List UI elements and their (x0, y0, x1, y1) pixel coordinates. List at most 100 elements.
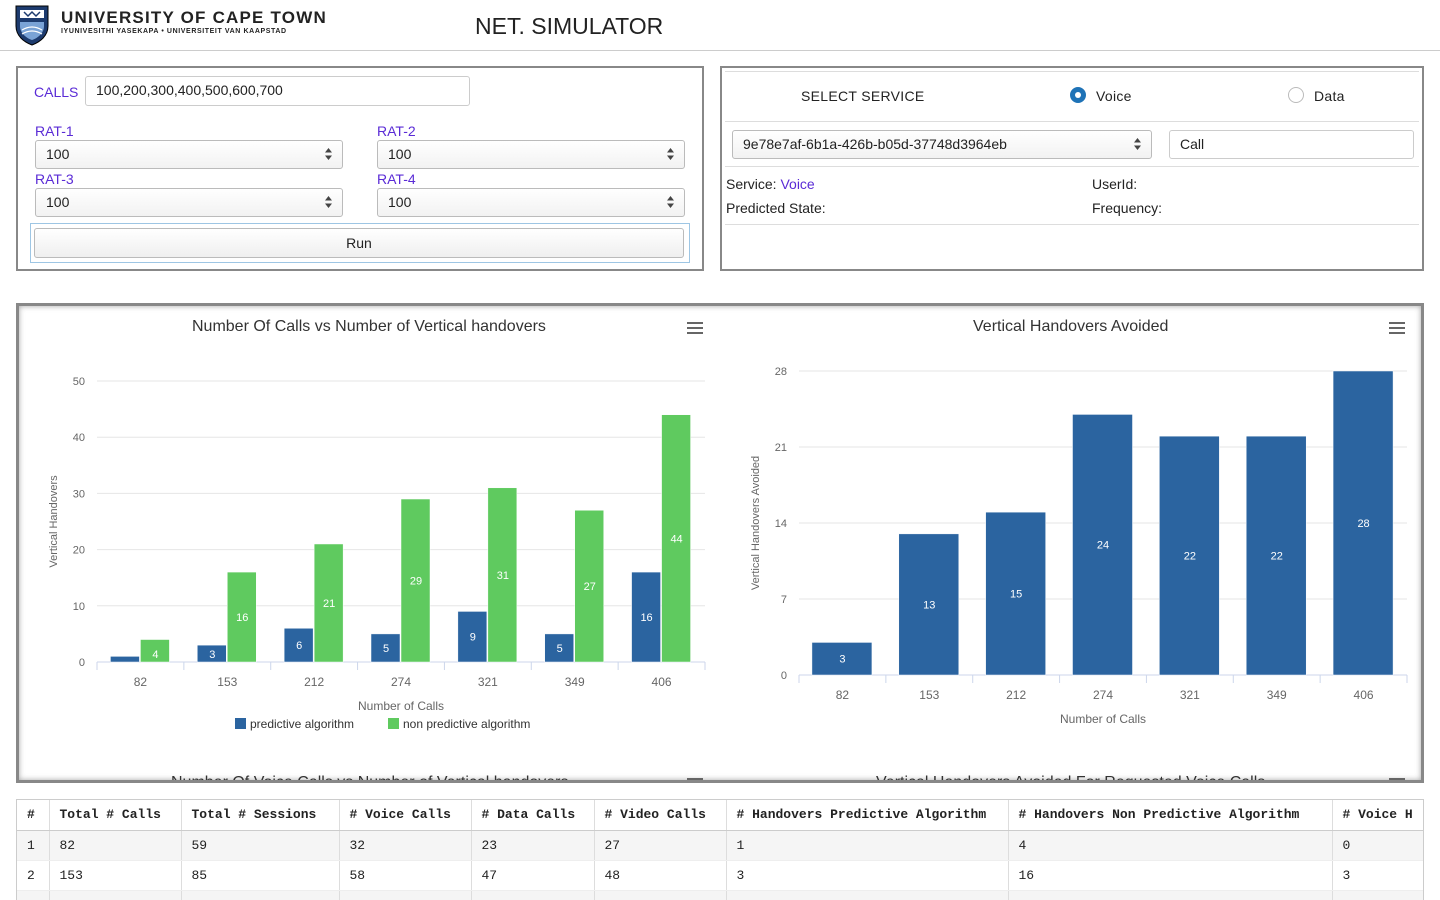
data-radio[interactable] (1288, 87, 1304, 103)
table-cell: 85 (181, 860, 340, 891)
y-tick-label: 10 (73, 601, 85, 613)
data-label: 5 (383, 643, 389, 655)
calls-input[interactable]: 100,200,300,400,500,600,700 (85, 76, 470, 106)
table-cell: 58 (339, 860, 472, 891)
rat-1-label: RAT-1 (35, 123, 74, 139)
run-button[interactable]: Run (34, 228, 684, 258)
userid-info: UserId: (1092, 176, 1137, 192)
chart3-title: Number Of Voice Calls vs Number of Verti… (171, 774, 569, 783)
rat-1-select[interactable]: 100 (35, 140, 343, 169)
rat-2-select[interactable]: 100 (377, 140, 685, 169)
y-tick-label: 30 (73, 488, 85, 500)
predicted-state-info: Predicted State: (726, 200, 826, 216)
calls-config-panel: CALLS 100,200,300,400,500,600,700 RAT-1 … (16, 66, 704, 271)
table-cell: 2 (17, 860, 50, 891)
chart2-menu-icon[interactable] (1389, 322, 1405, 334)
chart3-menu-icon[interactable] (687, 778, 703, 780)
x-tick-label: 406 (652, 675, 672, 689)
chart4-menu-icon[interactable] (1389, 778, 1405, 780)
x-axis-title: Number of Calls (1060, 712, 1146, 726)
table-cell: 48 (594, 860, 727, 891)
data-label: 24 (1097, 540, 1109, 552)
divider (725, 224, 1419, 225)
table-row[interactable]: 32121108065576214 (17, 890, 1423, 900)
y-tick-label: 7 (781, 594, 787, 606)
rat-4-label: RAT-4 (377, 171, 416, 187)
y-tick-label: 0 (79, 657, 85, 669)
data-label: 21 (323, 598, 335, 610)
y-axis-title: Vertical Handovers Avoided (750, 456, 762, 590)
voice-radio[interactable] (1070, 87, 1086, 103)
x-tick-label: 212 (1006, 688, 1026, 702)
data-radio-label[interactable]: Data (1314, 88, 1345, 104)
table-header-cell[interactable]: # Voice Calls (339, 800, 472, 831)
results-table: # Total # Calls Total # Sessions # Voice Ca… (17, 800, 1423, 900)
chart1-title: Number Of Calls vs Number of Vertical ha… (192, 318, 546, 335)
x-tick-label: 153 (919, 688, 939, 702)
table-header-cell[interactable]: # Data Calls (471, 800, 595, 831)
table-row[interactable]: 1 82 59 32 23 27 1 4 0 (17, 830, 1423, 861)
x-tick-label: 82 (134, 675, 148, 689)
y-tick-label: 50 (73, 376, 85, 388)
divider (725, 71, 1419, 72)
table-header-cell[interactable]: # Voice H (1332, 800, 1423, 831)
data-label: 4 (152, 649, 158, 661)
rat-3-value: 100 (46, 194, 70, 210)
table-header-cell[interactable]: # Handovers Predictive Algorithm (726, 800, 1009, 831)
table-cell: 82 (49, 830, 182, 861)
table-cell: 59 (181, 830, 340, 861)
session-select[interactable]: 9e78e7af-6b1a-426b-b05d-37748d3964eb (732, 130, 1152, 159)
table-header-cell[interactable]: # Video Calls (594, 800, 727, 831)
userid-info-label: UserId: (1092, 176, 1138, 192)
table-header-cell[interactable]: # Handovers Non Predictive Algorithm (1008, 800, 1333, 831)
results-table-container: # Total # Calls Total # Sessions # Voice Ca… (16, 799, 1424, 900)
table-row[interactable]: 2 153 85 58 47 48 3 16 3 (17, 860, 1423, 891)
table-cell: 110 (181, 890, 340, 900)
x-axis-title: Number of Calls (358, 699, 444, 713)
legend-label: non predictive algorithm (403, 717, 530, 731)
y-axis-title: Vertical Handovers (48, 475, 60, 568)
x-tick-label: 153 (217, 675, 237, 689)
y-tick-label: 14 (775, 518, 787, 530)
data-label: 27 (584, 581, 596, 593)
frequency-info: Frequency: (1092, 200, 1162, 216)
data-label: 28 (1357, 518, 1369, 530)
rat-1-value: 100 (46, 146, 70, 162)
calls-label: CALLS (34, 84, 79, 100)
table-cell: 80 (339, 890, 472, 900)
chart2-title: Vertical Handovers Avoided (973, 318, 1169, 335)
y-tick-label: 28 (775, 366, 787, 378)
table-header-row: # Total # Calls Total # Sessions # Voice Ca… (17, 800, 1423, 831)
x-tick-label: 274 (1093, 688, 1113, 702)
call-input[interactable]: Call (1169, 130, 1414, 159)
x-tick-label: 349 (1267, 688, 1287, 702)
chart1-menu-icon[interactable] (687, 322, 703, 334)
table-cell: 21 (1008, 890, 1333, 900)
university-name: UNIVERSITY OF CAPE TOWN (61, 8, 327, 27)
service-frame: SELECT SERVICE Voice Data 9e78e7af-6b1a-… (725, 71, 1419, 266)
bar-predictive-algorithm-82 (110, 656, 140, 663)
app-header: UNIVERSITY OF CAPE TOWN IYUNIVESITHI YAS… (0, 0, 1440, 51)
data-label: 5 (557, 643, 563, 655)
predicted-state-label: Predicted State: (726, 200, 826, 216)
table-header-cell[interactable]: Total # Sessions (181, 800, 340, 831)
run-button-focus-ring: Run (30, 223, 690, 263)
frequency-label: Frequency: (1092, 200, 1163, 216)
table-cell: 4 (1332, 890, 1423, 900)
data-label: 3 (839, 654, 845, 666)
select-arrows-icon (1134, 138, 1141, 150)
table-header-cell[interactable]: # (17, 800, 50, 831)
voice-radio-label[interactable]: Voice (1096, 88, 1132, 104)
x-tick-label: 82 (836, 688, 850, 702)
table-cell: 27 (594, 830, 727, 861)
table-header-cell[interactable]: Total # Calls (49, 800, 182, 831)
table-cell: 153 (49, 860, 182, 891)
rat-3-select[interactable]: 100 (35, 188, 343, 217)
table-body: 1825932232714021538558474831633212110806… (17, 830, 1423, 900)
chart1-svg: 0 10 20 30 40 50 82 153 212 274 321 349 406 3 6 5 9 5 16 4 1… (48, 376, 706, 731)
rat-4-select[interactable]: 100 (377, 188, 685, 217)
rat-3-label: RAT-3 (35, 171, 74, 187)
service-info-value: Voice (780, 176, 815, 192)
y-tick-label: 20 (73, 545, 85, 557)
data-label: 44 (670, 533, 682, 545)
